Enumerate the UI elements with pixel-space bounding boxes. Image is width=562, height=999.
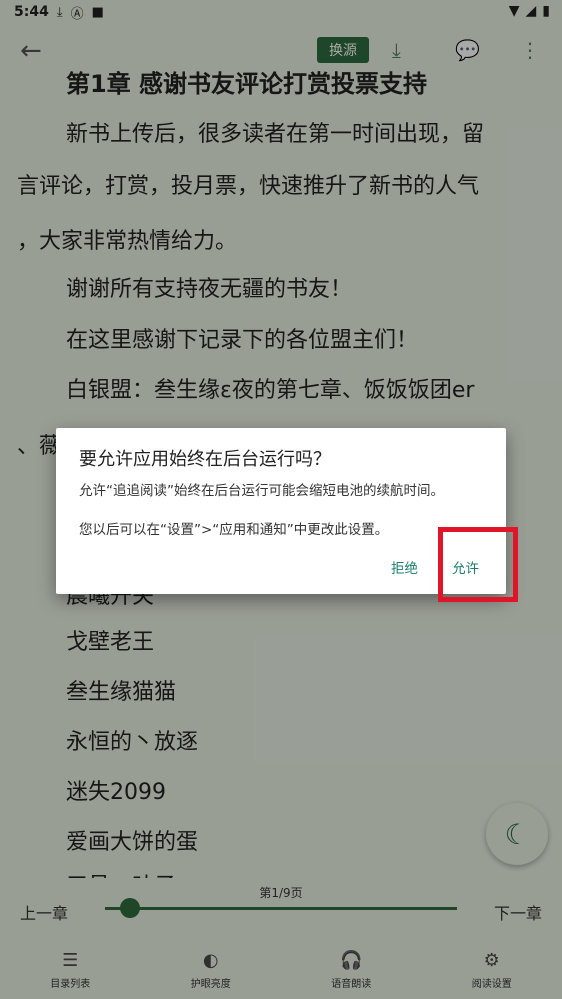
- dialog-message: 允许“追追阅读”始终在后台运行可能会缩短电池的续航时间。: [79, 483, 444, 499]
- deny-button[interactable]: 拒绝: [391, 557, 418, 577]
- highlight-box: [438, 527, 518, 602]
- dialog-message: 您以后可以在“设置”>“应用和通知”中更改此设置。: [79, 522, 389, 538]
- dialog-title: 要允许应用始终在后台运行吗？: [79, 449, 331, 470]
